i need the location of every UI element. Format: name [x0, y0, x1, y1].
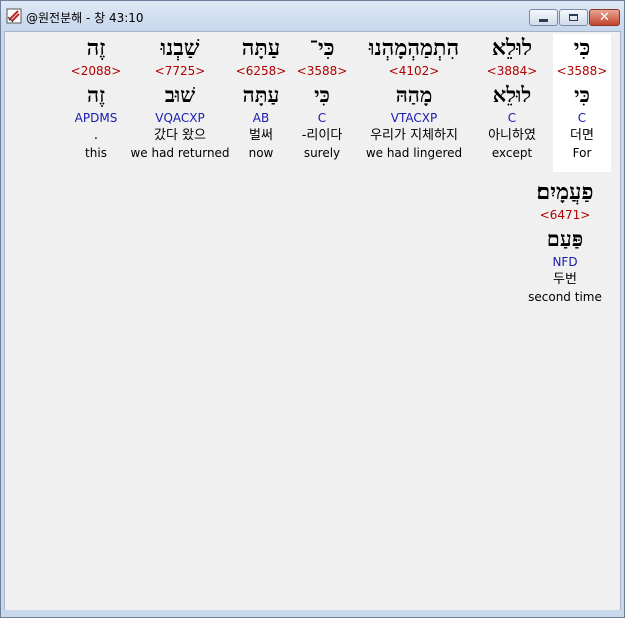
korean-gloss: 아니하였 [488, 128, 536, 143]
morphology-code: C [577, 111, 587, 125]
morphology-code: APDMS [74, 111, 118, 125]
word-block[interactable]: פַעֲמָיִם׃ <6471> פַּעַם NFD 두번 second t… [521, 178, 609, 306]
hebrew-lemma: פַּעַם [546, 226, 584, 251]
english-gloss: except [491, 146, 533, 160]
hebrew-lemma: לוּלֵא [492, 82, 532, 107]
strong-number[interactable]: <3588> [553, 62, 611, 80]
application-window: @원전분해 - 창 43:10 ✕ כִּי <3588> כִּי C 더면 … [0, 0, 625, 618]
window-bottom-border [1, 610, 624, 617]
maximize-icon [569, 14, 578, 21]
english-gloss: we had returned [130, 146, 230, 160]
hebrew-lemma: כִּי [314, 82, 330, 107]
english-gloss: second time [528, 290, 602, 304]
hebrew-lemma: עַתָּה [242, 82, 280, 107]
close-button[interactable]: ✕ [589, 9, 620, 26]
hebrew-lemma: מָהַהּ [395, 82, 433, 107]
hebrew-lemma: שׁוּב [164, 82, 196, 107]
hebrew-lemma: כִּי [574, 82, 590, 107]
hebrew-word: הִתְמַהְמָהְנוּ [368, 35, 460, 61]
korean-gloss: 두번 [553, 272, 577, 287]
morphology-code: NFD [552, 255, 578, 269]
strong-number[interactable]: <7725> [129, 62, 231, 80]
english-gloss: this [85, 146, 107, 160]
hebrew-lemma: זֶה [87, 82, 105, 107]
hebrew-word: כִּי [573, 35, 591, 61]
minimize-icon [539, 19, 548, 22]
hebrew-word: כִּי־ [309, 35, 335, 61]
close-icon: ✕ [599, 10, 610, 25]
title-bar[interactable]: @원전분해 - 창 43:10 ✕ [1, 1, 624, 31]
english-gloss: now [248, 146, 274, 160]
morphology-code: C [317, 111, 327, 125]
window-title: @원전분해 - 창 43:10 [26, 11, 144, 25]
korean-gloss: . [93, 128, 99, 143]
window-controls: ✕ [529, 9, 620, 26]
strong-number[interactable]: <2088> [67, 62, 125, 80]
strong-number[interactable]: <6258> [233, 62, 289, 80]
morphology-code: VTACXP [390, 111, 438, 125]
korean-gloss: 벌써 [249, 128, 273, 143]
maximize-button[interactable] [559, 9, 588, 26]
korean-gloss: -리이다 [301, 128, 343, 143]
morphology-code: VQACXP [155, 111, 205, 125]
word-block[interactable]: כִּי־ <3588> כִּי C -리이다 surely [291, 34, 353, 162]
hebrew-word: שַׁבְנוּ [160, 35, 200, 61]
interlinear-panel: כִּי <3588> כִּי C 더면 For לוּלֵא <3884> … [4, 31, 621, 611]
word-block[interactable]: לוּלֵא <3884> לוּלֵא C 아니하였 except [475, 34, 549, 162]
korean-gloss: 우리가 지체하지 [370, 128, 458, 143]
korean-gloss: 더면 [570, 128, 594, 143]
word-block[interactable]: שַׁבְנוּ <7725> שׁוּב VQACXP 갔다 왔으 we ha… [129, 34, 231, 162]
hebrew-word: עַתָּה [241, 35, 281, 61]
hebrew-word: זֶה [86, 35, 106, 61]
strong-number[interactable]: <4102> [355, 62, 473, 80]
english-gloss: For [572, 146, 592, 160]
app-icon [6, 8, 22, 24]
morphology-code: AB [252, 111, 270, 125]
english-gloss: we had lingered [365, 146, 463, 160]
strong-number[interactable]: <3588> [291, 62, 353, 80]
strong-number[interactable]: <3884> [475, 62, 549, 80]
korean-gloss: 갔다 왔으 [154, 128, 206, 143]
hebrew-word: פַעֲמָיִם׃ [536, 179, 594, 205]
word-block[interactable]: זֶה <2088> זֶה APDMS . this [67, 34, 125, 162]
morphology-code: C [507, 111, 517, 125]
hebrew-word: לוּלֵא [491, 35, 533, 61]
word-block[interactable]: כִּי <3588> כִּי C 더면 For [553, 34, 611, 172]
english-gloss: surely [303, 146, 341, 160]
word-block[interactable]: הִתְמַהְמָהְנוּ <4102> מָהַהּ VTACXP 우리가… [355, 34, 473, 162]
word-block[interactable]: עַתָּה <6258> עַתָּה AB 벌써 now [233, 34, 289, 162]
minimize-button[interactable] [529, 9, 558, 26]
strong-number[interactable]: <6471> [521, 206, 609, 224]
